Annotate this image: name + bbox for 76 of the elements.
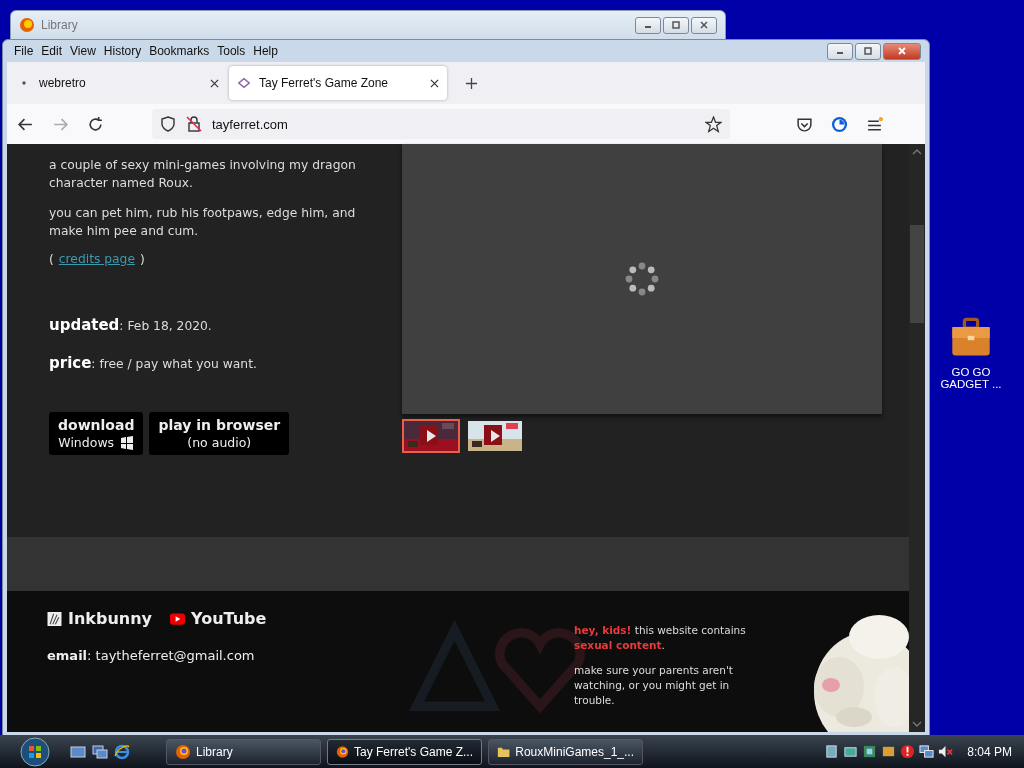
menu-item[interactable]: File: [11, 42, 39, 60]
crossed-lock-icon[interactable]: [186, 116, 202, 132]
menu-item[interactable]: View: [67, 42, 101, 60]
tray-icon[interactable]: [881, 744, 897, 759]
close-icon: [897, 46, 907, 56]
paren-text: (: [49, 252, 54, 266]
inkbunny-link[interactable]: Inkbunny: [47, 609, 153, 628]
browser-tab[interactable]: webretro: [9, 66, 227, 100]
taskbar-button[interactable]: Tay Ferret's Game Z...: [327, 738, 482, 765]
close-icon: [699, 20, 709, 30]
address-field[interactable]: tayferret.com: [152, 109, 730, 139]
site-icon: [237, 76, 251, 90]
shield-icon[interactable]: [160, 116, 176, 132]
menu-item[interactable]: Edit: [38, 42, 68, 60]
fact-label: updated: [49, 316, 120, 334]
reload-icon[interactable]: [87, 115, 104, 133]
account-icon[interactable]: [831, 115, 848, 133]
credits-link[interactable]: credits page: [58, 252, 135, 266]
fact-value: : free / pay what you want.: [91, 357, 257, 371]
download-button[interactable]: download Windows: [49, 412, 144, 455]
play-logo-icon: [170, 611, 186, 626]
close-icon[interactable]: [210, 78, 219, 88]
window-title: Library: [41, 18, 78, 32]
play-button[interactable]: play in browser (no audio): [149, 412, 290, 455]
video-thumbnail[interactable]: [402, 419, 460, 453]
close-icon[interactable]: [430, 78, 439, 88]
warning-icon[interactable]: [900, 744, 916, 759]
maximize-icon: [671, 20, 681, 30]
scrollbar-thumb[interactable]: [910, 225, 924, 323]
close-button[interactable]: [883, 42, 921, 60]
tray-icon[interactable]: [824, 744, 840, 759]
scroll-down-icon[interactable]: [912, 721, 922, 727]
scrollbar[interactable]: [909, 144, 925, 732]
warning-text: make sure your parents aren't watching, or you might get in trouble.: [574, 663, 734, 708]
start-button[interactable]: [20, 736, 50, 767]
pocket-icon[interactable]: [796, 115, 813, 133]
firefox-icon: [175, 743, 191, 760]
maximize-button[interactable]: [663, 16, 689, 34]
desktop-icon[interactable]: [70, 743, 86, 760]
menu-item[interactable]: Help: [250, 42, 283, 60]
video-thumbnail[interactable]: [466, 419, 524, 453]
email-address: : taytheferret@gmail.com: [87, 648, 255, 663]
youtube-link[interactable]: YouTube: [170, 609, 267, 628]
tray-icon[interactable]: [862, 744, 878, 759]
description-text: a couple of sexy mini-games involving my dragon character named Roux.: [49, 157, 357, 192]
muted-speaker-icon[interactable]: [938, 744, 954, 759]
menu-item[interactable]: History: [100, 42, 147, 60]
close-button[interactable]: [691, 16, 717, 34]
firefox-icon: [336, 743, 349, 760]
inkbunny-logo-icon: [47, 611, 62, 626]
description-text: you can pet him, rub his footpaws, edge him, and make him pee and cum.: [49, 205, 357, 240]
firefox-icon: [19, 17, 35, 33]
paren-text: ): [140, 252, 145, 266]
minimize-button[interactable]: [635, 16, 661, 34]
browser-e-icon[interactable]: [114, 743, 130, 760]
network-icon[interactable]: [919, 744, 935, 759]
warning-text: hey, kids! this website contains sexual content.: [574, 623, 747, 653]
windows-logo-icon: [120, 435, 135, 450]
minimize-button[interactable]: [827, 42, 853, 60]
menu-item[interactable]: Bookmarks: [146, 42, 215, 60]
fact-value: : Feb 18, 2020.: [119, 319, 212, 333]
bookmark-star-icon[interactable]: [705, 115, 722, 133]
maximize-button[interactable]: [855, 42, 881, 60]
new-tab-icon[interactable]: [465, 76, 478, 90]
desktop-shortcut[interactable]: GO GO GADGET ...: [940, 316, 1002, 390]
taskbar-button[interactable]: RouxMiniGames_1_...: [488, 738, 643, 765]
scroll-up-icon[interactable]: [912, 149, 922, 155]
maximize-icon: [863, 46, 873, 56]
menu-icon[interactable]: [866, 115, 883, 133]
tray-icon[interactable]: [843, 744, 859, 759]
clock: 8:04 PM: [967, 744, 1012, 759]
menu-item[interactable]: Tools: [214, 42, 251, 60]
browser-tab[interactable]: Tay Ferret's Game Zone: [229, 66, 447, 100]
window-switch-icon[interactable]: [92, 743, 108, 760]
taskbar-button[interactable]: Library: [166, 738, 321, 765]
email-label: email: [47, 648, 88, 663]
